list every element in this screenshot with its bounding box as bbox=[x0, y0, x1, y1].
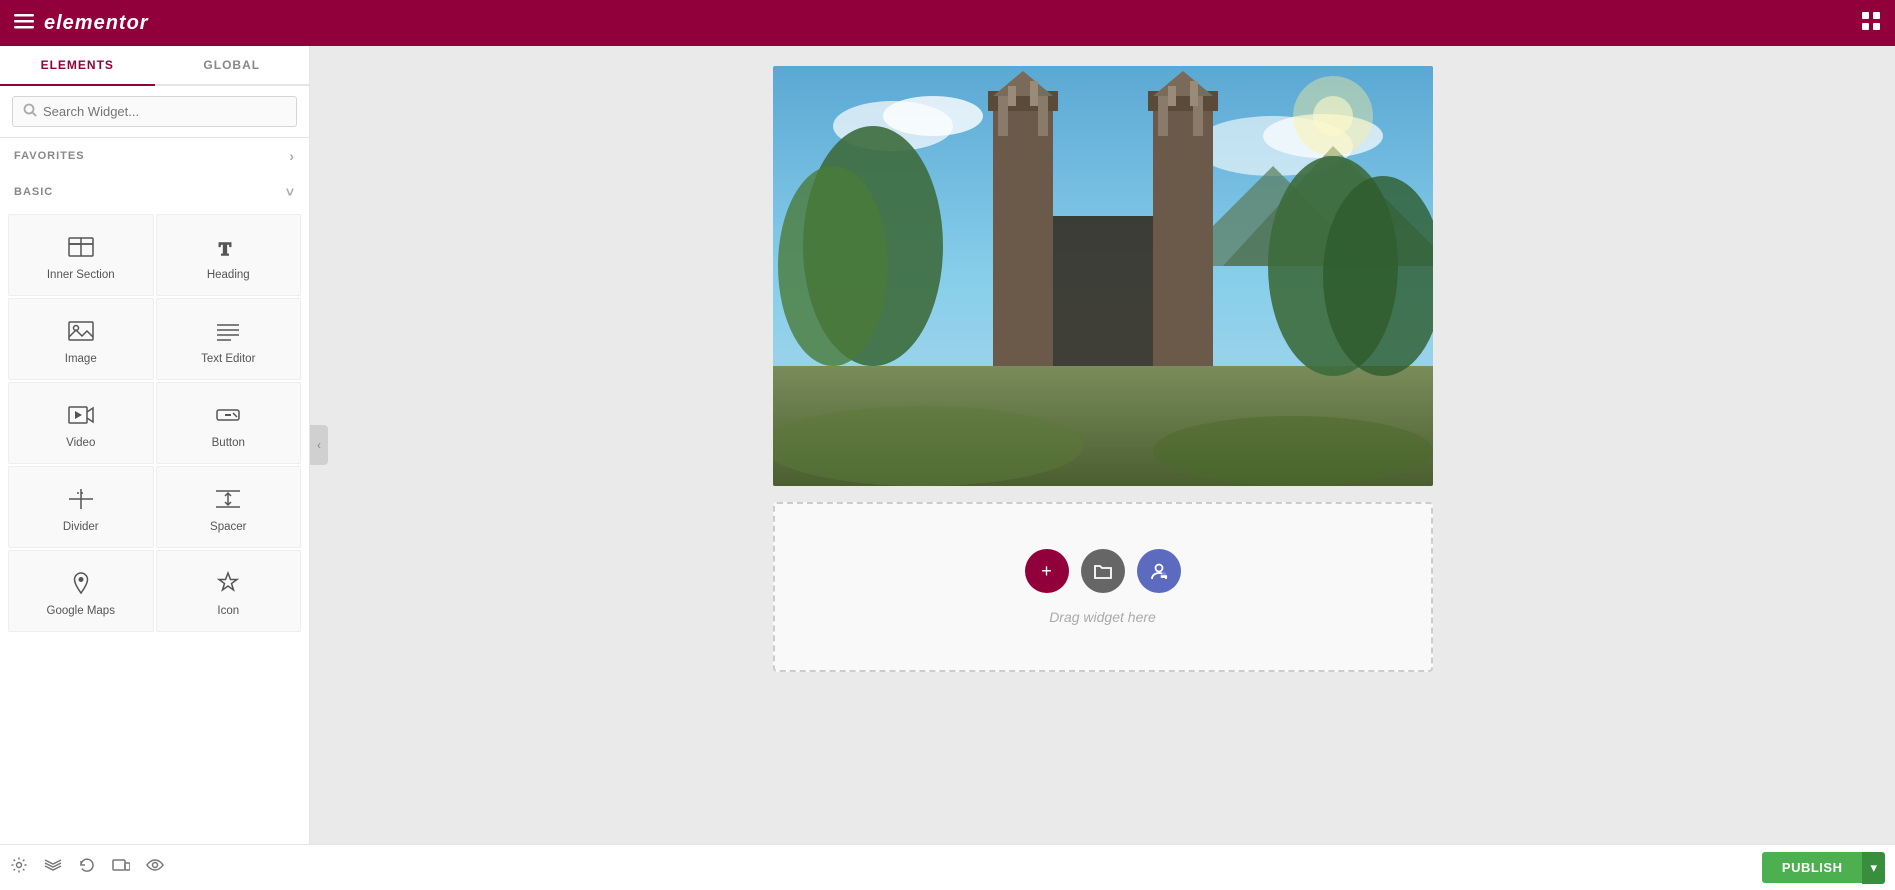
widget-image[interactable]: Image bbox=[8, 298, 154, 380]
heading-icon: T bbox=[214, 233, 242, 261]
balinese-gate-image bbox=[773, 66, 1433, 486]
widget-divider-label: Divider bbox=[63, 521, 99, 533]
widget-image-label: Image bbox=[65, 353, 97, 365]
logo: elementor bbox=[44, 12, 149, 35]
widget-inner-section[interactable]: Inner Section bbox=[8, 214, 154, 296]
sidebar-tabs: ELEMENTS GLOBAL bbox=[0, 46, 309, 86]
widgets-grid: Inner Section T Heading Image bbox=[0, 210, 309, 636]
folder-button[interactable] bbox=[1081, 549, 1125, 593]
basic-chevron-icon: ˅ bbox=[286, 184, 295, 200]
image-icon bbox=[67, 317, 95, 345]
widget-heading[interactable]: T Heading bbox=[156, 214, 302, 296]
apps-grid-icon[interactable] bbox=[1861, 11, 1881, 36]
drop-zone-buttons: + ... bbox=[1025, 549, 1181, 593]
icon-widget-icon bbox=[214, 569, 242, 597]
inner-section-icon bbox=[67, 233, 95, 261]
text-editor-icon bbox=[214, 317, 242, 345]
widget-text-editor[interactable]: Text Editor bbox=[156, 298, 302, 380]
spacer-icon bbox=[214, 485, 242, 513]
header: elementor bbox=[0, 0, 1895, 46]
widget-heading-label: Heading bbox=[207, 269, 250, 281]
svg-text:...: ... bbox=[1161, 572, 1167, 579]
widget-google-maps-label: Google Maps bbox=[47, 605, 115, 617]
widget-spacer-label: Spacer bbox=[210, 521, 246, 533]
basic-section-header[interactable]: BASIC ˅ bbox=[0, 174, 309, 210]
user-button[interactable]: ... bbox=[1137, 549, 1181, 593]
toolbar-icons bbox=[10, 856, 164, 879]
bottom-toolbar: PUBLISH ▾ bbox=[0, 844, 1895, 890]
content-area: + ... Drag wi bbox=[310, 46, 1895, 844]
widget-button[interactable]: Button bbox=[156, 382, 302, 464]
widget-inner-section-label: Inner Section bbox=[47, 269, 115, 281]
widget-text-editor-label: Text Editor bbox=[201, 353, 255, 365]
widget-button-label: Button bbox=[212, 437, 245, 449]
settings-icon[interactable] bbox=[10, 856, 28, 879]
drop-zone: + ... Drag wi bbox=[773, 502, 1433, 672]
widgets-scroll: Inner Section T Heading Image bbox=[0, 210, 309, 844]
favorites-section-header[interactable]: FAVORITES › bbox=[0, 138, 309, 174]
sidebar: ELEMENTS GLOBAL FAVORITES › BASIC bbox=[0, 46, 310, 844]
layers-icon[interactable] bbox=[44, 856, 62, 879]
search-input[interactable] bbox=[43, 104, 286, 119]
widget-divider[interactable]: Divider bbox=[8, 466, 154, 548]
widget-video-label: Video bbox=[66, 437, 95, 449]
widget-google-maps[interactable]: Google Maps bbox=[8, 550, 154, 632]
add-widget-button[interactable]: + bbox=[1025, 549, 1069, 593]
video-icon bbox=[67, 401, 95, 429]
publish-dropdown-button[interactable]: ▾ bbox=[1862, 852, 1885, 884]
responsive-icon[interactable] bbox=[112, 856, 130, 879]
divider-icon bbox=[67, 485, 95, 513]
tab-global[interactable]: GLOBAL bbox=[155, 46, 310, 84]
favorites-chevron-icon: › bbox=[289, 148, 295, 164]
search-container bbox=[0, 86, 309, 138]
svg-text:T: T bbox=[219, 239, 231, 259]
preview-icon[interactable] bbox=[146, 856, 164, 879]
widget-video[interactable]: Video bbox=[8, 382, 154, 464]
drag-widget-text: Drag widget here bbox=[1049, 609, 1156, 625]
hamburger-icon[interactable] bbox=[14, 11, 34, 36]
publish-button[interactable]: PUBLISH bbox=[1762, 852, 1863, 883]
history-icon[interactable] bbox=[78, 856, 96, 879]
widget-icon-label: Icon bbox=[217, 605, 239, 617]
basic-label: BASIC bbox=[14, 186, 53, 198]
canvas-image-block bbox=[773, 66, 1433, 486]
search-icon bbox=[23, 103, 37, 120]
publish-group: PUBLISH ▾ bbox=[1762, 852, 1885, 884]
button-icon bbox=[214, 401, 242, 429]
favorites-label: FAVORITES bbox=[14, 150, 85, 162]
search-box bbox=[12, 96, 297, 127]
widget-icon[interactable]: Icon bbox=[156, 550, 302, 632]
widget-spacer[interactable]: Spacer bbox=[156, 466, 302, 548]
collapse-sidebar-handle[interactable]: ‹ bbox=[310, 425, 328, 465]
google-maps-icon bbox=[67, 569, 95, 597]
tab-elements[interactable]: ELEMENTS bbox=[0, 46, 155, 86]
main-layout: ELEMENTS GLOBAL FAVORITES › BASIC bbox=[0, 46, 1895, 844]
page-canvas: + ... Drag wi bbox=[773, 66, 1433, 672]
